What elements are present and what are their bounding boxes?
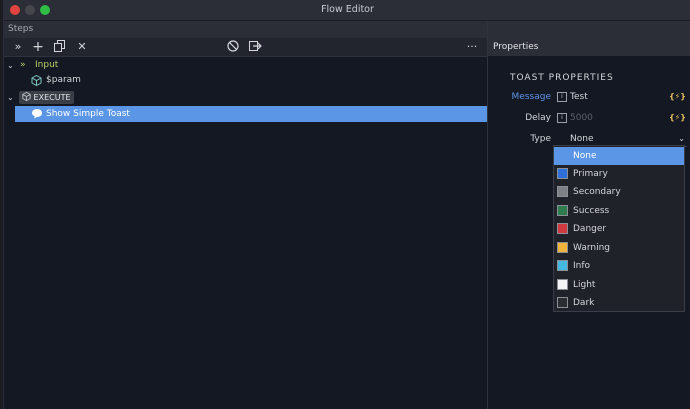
title-bar: Flow Editor [4,0,690,21]
more-options-icon[interactable]: ··· [465,40,479,54]
properties-top-strip [488,21,690,38]
disable-icon[interactable] [226,40,240,54]
delete-icon[interactable]: ✕ [75,40,89,54]
delay-input[interactable]: 5000 [570,111,593,125]
section-title: TOAST PROPERTIES [510,73,614,83]
properties-panel-header: Properties [488,38,690,56]
option-label: Primary [573,169,608,179]
dynamic-data-icon[interactable]: {⚡} [669,90,686,104]
color-swatch [557,186,568,197]
copy-icon[interactable] [53,40,67,54]
window-title: Flow Editor [321,4,374,15]
message-row: Message i Test {⚡} [488,90,690,104]
input-label: Input [35,60,59,70]
delay-label: Delay [525,113,551,123]
type-dropdown-menu: None Primary Secondary Success Danger Wa… [553,145,685,312]
option-label: Info [573,261,591,271]
speech-bubble-icon [31,108,43,125]
color-swatch [557,223,568,234]
tree-row-param[interactable]: $param [4,73,487,88]
option-label: Danger [573,224,607,234]
chevron-down-icon: ⌄ [678,134,685,143]
type-select-value: None [570,134,594,144]
color-swatch [557,279,568,290]
dropdown-option-light[interactable]: Light [554,276,684,294]
add-step-icon[interactable]: + [31,40,45,54]
param-label: $param [46,75,81,85]
color-swatch [557,260,568,271]
steps-toolbar: » + ✕ ··· [4,38,487,57]
option-label: Secondary [573,187,621,197]
dropdown-option-danger[interactable]: Danger [554,220,684,238]
tree-row-input[interactable]: ⌄ » Input [4,58,487,73]
dropdown-option-secondary[interactable]: Secondary [554,183,684,201]
option-label: Light [573,280,596,290]
export-icon[interactable] [248,40,262,54]
dropdown-option-primary[interactable]: Primary [554,165,684,183]
steps-panel-header: Steps [4,21,487,38]
color-swatch [557,242,568,253]
option-label: Warning [573,243,611,253]
chevron-down-icon[interactable]: ⌄ [7,58,14,73]
color-swatch [557,297,568,308]
input-chevrons-icon: » [20,60,26,70]
message-label: Message [511,92,551,102]
dropdown-option-success[interactable]: Success [554,202,684,220]
option-label: Success [573,206,610,216]
dropdown-option-none[interactable]: None [554,147,684,165]
option-label: Dark [573,298,595,308]
dropdown-option-info[interactable]: Info [554,257,684,275]
delay-row: Delay i 5000 {⚡} [488,111,690,125]
dropdown-option-warning[interactable]: Warning [554,239,684,257]
info-icon[interactable]: i [557,92,567,102]
step-label: Show Simple Toast [46,109,130,119]
steps-tree: ⌄ » Input $param ⌄ EXECUTE Show Simple T… [4,57,487,409]
message-input[interactable]: Test [570,90,588,104]
type-row: Type None ⌄ [488,132,690,147]
color-swatch [557,168,568,179]
chevron-down-icon[interactable]: ⌄ [7,90,14,105]
execute-badge: EXECUTE [19,91,74,104]
type-label: Type [530,134,551,144]
execute-label: EXECUTE [33,93,71,102]
dropdown-option-dark[interactable]: Dark [554,294,684,312]
dynamic-data-icon[interactable]: {⚡} [669,111,686,125]
tree-row-execute[interactable]: ⌄ EXECUTE [4,90,487,105]
color-swatch [557,205,568,216]
info-icon[interactable]: i [557,113,567,123]
expand-icon[interactable]: » [11,40,25,54]
tree-row-show-simple-toast[interactable]: Show Simple Toast [15,106,487,122]
option-label: None [573,151,597,161]
